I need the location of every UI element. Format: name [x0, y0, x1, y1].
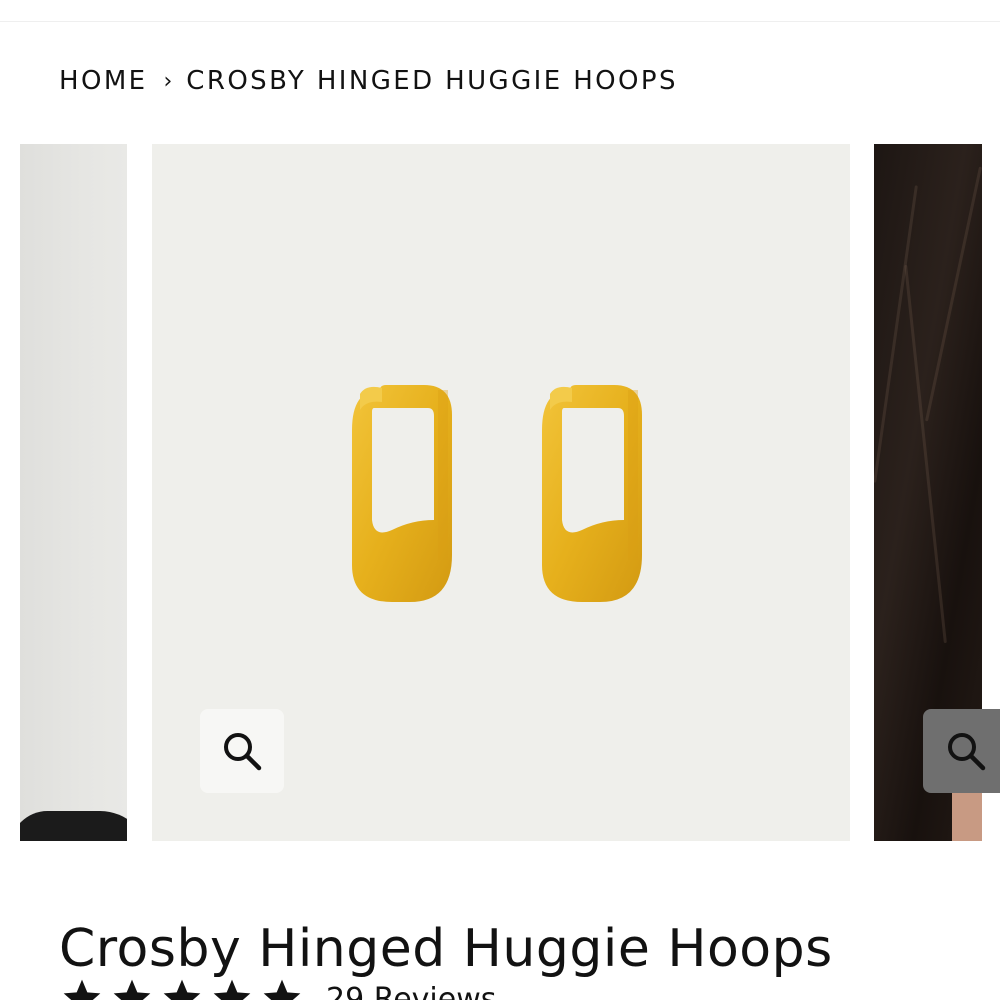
star-icon — [63, 979, 101, 1000]
earring-right — [542, 385, 642, 602]
product-title: Crosby Hinged Huggie Hoops — [59, 918, 833, 979]
magnifier-icon — [948, 733, 986, 771]
breadcrumb-home-link[interactable]: HOME — [59, 66, 147, 96]
rating-row[interactable]: 29 Reviews — [60, 976, 496, 1000]
breadcrumb-separator: › — [163, 68, 173, 94]
header-bar — [0, 0, 1000, 22]
star-rating — [60, 976, 304, 1000]
product-page: HOME › CROSBY HINGED HUGGIE HOOPS Crosby… — [0, 0, 1000, 1000]
star-icon — [263, 979, 301, 1000]
magnifier-icon — [224, 733, 262, 771]
breadcrumb: HOME › CROSBY HINGED HUGGIE HOOPS — [59, 66, 678, 96]
product-image-earrings — [352, 385, 642, 602]
star-icon — [113, 979, 151, 1000]
earring-left — [352, 385, 452, 602]
zoom-button[interactable] — [200, 709, 284, 793]
breadcrumb-current: CROSBY HINGED HUGGIE HOOPS — [186, 66, 678, 96]
star-icon — [213, 979, 251, 1000]
zoom-button-next[interactable] — [923, 709, 1000, 793]
star-icon — [163, 979, 201, 1000]
gallery-slide-previous[interactable] — [20, 144, 127, 841]
reviews-count-link[interactable]: 29 Reviews — [326, 982, 496, 1000]
model-shoulder-image — [20, 811, 127, 841]
